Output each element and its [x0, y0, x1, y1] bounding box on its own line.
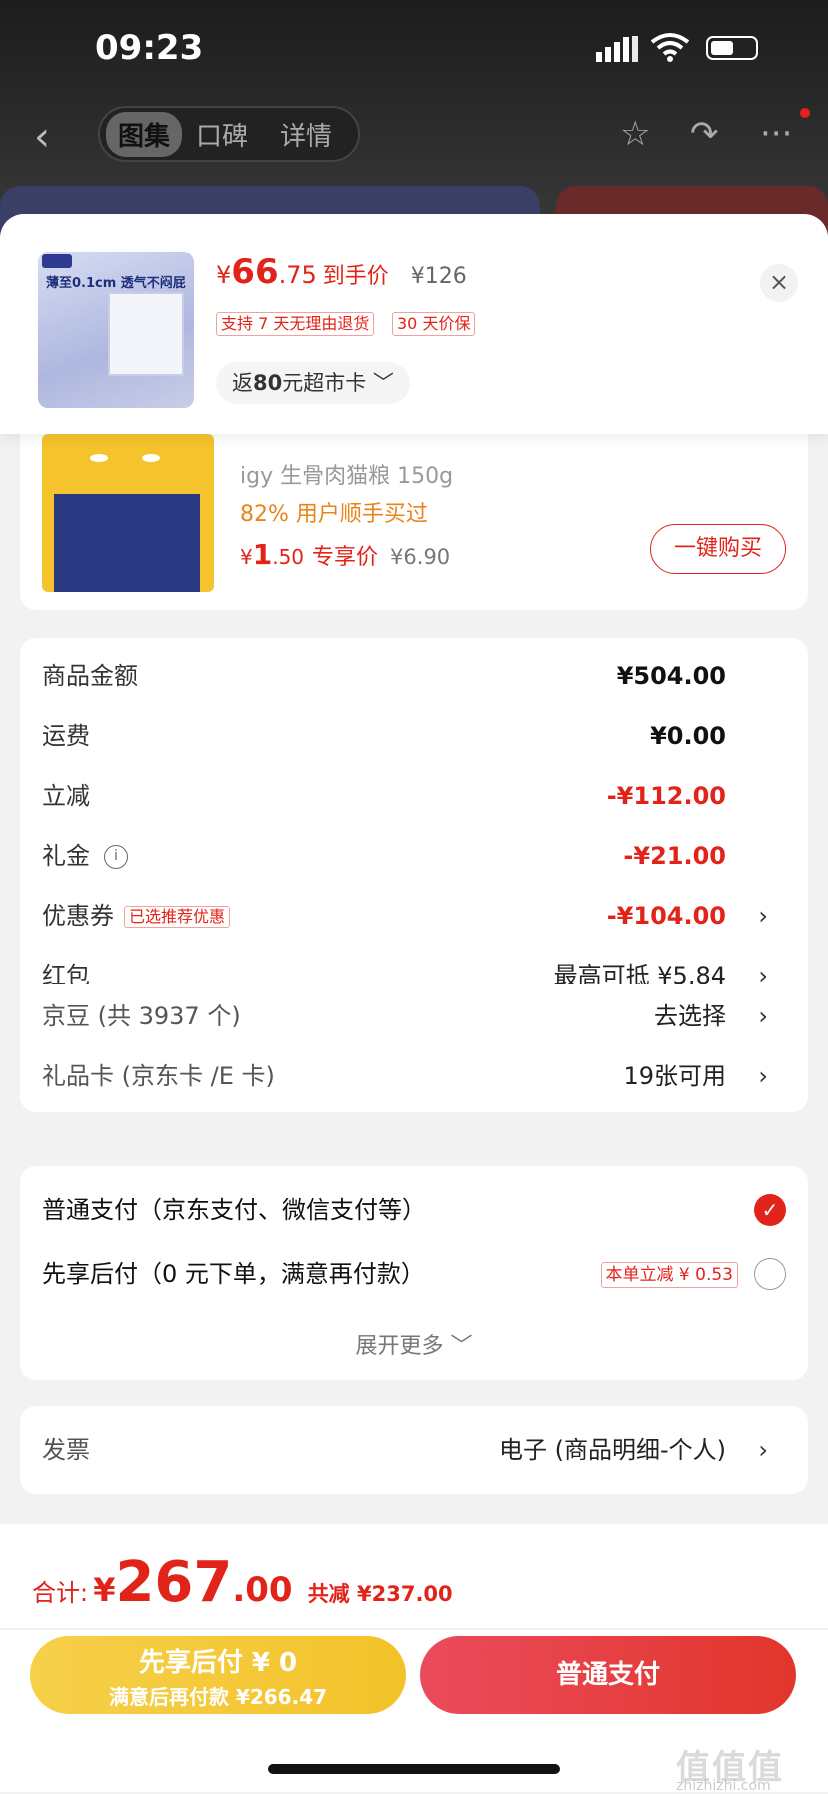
sheet-header: 薄至0.1cm 透气不闷屁 ¥66.75 到手价 ¥126 支持 7 天无理由退货 … [0, 214, 828, 434]
one-click-buy-button[interactable]: 一键购买 [650, 524, 786, 574]
payment-method-card: 普通支付（京东支付、微信支付等） ✓ 先享后付（0 元下单，满意再付款） 本单立… [20, 1166, 808, 1380]
pay-later-line2: 满意后再付款 ¥266.47 [108, 1685, 328, 1709]
footer-divider [0, 1628, 828, 1630]
status-time: 09:23 [95, 28, 204, 68]
gift-money-label: 礼金 [42, 842, 90, 870]
cat-food-package [54, 494, 200, 592]
payment-option-normal-label: 普通支付（京东支付、微信支付等） [42, 1196, 426, 1224]
product-thumbnail: 薄至0.1cm 透气不闷屁 [38, 252, 194, 408]
checked-icon[interactable]: ✓ [754, 1194, 786, 1226]
total-integer: 267 [115, 1550, 233, 1615]
header-price-row: ¥66.75 到手价 ¥126 [216, 252, 467, 292]
instant-discount-value: -¥112.00 [606, 782, 726, 810]
invoice-value: 电子 (商品明细-个人) [498, 1436, 726, 1464]
payment-option-normal[interactable]: 普通支付（京东支付、微信支付等） ✓ [42, 1188, 786, 1232]
shipping-value: ¥0.00 [650, 722, 726, 750]
header-original-price: ¥126 [410, 264, 467, 289]
tab-details[interactable]: 详情 [280, 116, 332, 153]
invoice-label: 发票 [42, 1436, 90, 1464]
payment-option-later[interactable]: 先享后付（0 元下单，满意再付款） 本单立减 ¥ 0.53 [42, 1252, 786, 1296]
total-amount: 合计: ¥267.00 共减 ¥237.00 [32, 1550, 453, 1615]
gift-money-row: 礼金 i -¥21.00 [42, 836, 786, 876]
chevron-down-icon: ﹀ [372, 371, 394, 395]
chevron-right-icon: › [758, 1436, 768, 1464]
radio-icon[interactable] [754, 1258, 786, 1290]
payment-option-later-label: 先享后付（0 元下单，满意再付款） [42, 1260, 425, 1288]
thumbnail-caption: 薄至0.1cm 透气不闷屁 [46, 276, 186, 291]
more-icon[interactable]: ··· [760, 114, 792, 154]
jingdou-value: 去选择 [654, 1002, 726, 1030]
gift-card-label: 礼品卡 (京东卡 /E 卡) [42, 1062, 275, 1090]
order-summary-card: 商品金额 ¥504.00 运费 ¥0.00 立减 -¥112.00 礼金 i -¥… [20, 638, 808, 1004]
coupon-value: -¥104.00 [606, 902, 726, 930]
header-price: ¥66.75 [216, 252, 317, 292]
expand-more-button[interactable]: 展开更多 ﹀ [20, 1328, 808, 1360]
total-decimal: .00 [232, 1570, 293, 1610]
notification-dot [800, 108, 810, 118]
order-save-tag: 本单立减 ¥ 0.53 [600, 1262, 738, 1288]
order-summary-card-lower: 京豆 (共 3937 个) 去选择 › 礼品卡 (京东卡 /E 卡) 19张可用… [20, 984, 808, 1112]
gift-card-row[interactable]: 礼品卡 (京东卡 /E 卡) 19张可用 › [42, 1056, 786, 1096]
home-indicator[interactable] [268, 1764, 560, 1774]
addon-product-bought: 82% 用户顺手买过 [240, 502, 428, 527]
diaper-pack-image [108, 292, 184, 376]
coupon-recommend-tag: 已选推荐优惠 [124, 906, 231, 928]
shipping-label: 运费 [42, 722, 90, 750]
price-protect-tag: 30 天价保 [392, 312, 476, 336]
pay-later-button[interactable]: 先享后付 ¥ 0 满意后再付款 ¥266.47 [30, 1636, 406, 1714]
signal-icon [596, 36, 638, 62]
battery-icon [706, 36, 758, 60]
total-saved: 共减 ¥237.00 [307, 1582, 453, 1606]
goods-amount-label: 商品金额 [42, 662, 138, 690]
addon-product-name: igy 生骨肉猫粮 150g [240, 464, 454, 489]
jingdou-row[interactable]: 京豆 (共 3937 个) 去选择 › [42, 996, 786, 1036]
shipping-row: 运费 ¥0.00 [42, 716, 786, 756]
gift-card-value: 19张可用 [623, 1062, 726, 1090]
info-icon[interactable]: i [104, 845, 128, 869]
cat-eye [142, 454, 160, 462]
back-icon[interactable]: ‹ [34, 114, 50, 160]
star-icon[interactable]: ☆ [620, 114, 650, 154]
cat-eye [90, 454, 108, 462]
chevron-right-icon: › [758, 1002, 768, 1030]
total-currency: ¥ [93, 1571, 116, 1609]
status-bar: 09:23 [0, 0, 828, 100]
brand-logo [42, 254, 72, 268]
nav-tabs: 图集 口碑 详情 [98, 106, 360, 162]
gift-money-value: -¥21.00 [623, 842, 726, 870]
invoice-row[interactable]: 发票 电子 (商品明细-个人) › [42, 1430, 786, 1470]
instant-discount-label: 立减 [42, 782, 90, 810]
chevron-right-icon: › [758, 902, 768, 930]
chevron-right-icon: › [758, 1062, 768, 1090]
supermarket-card-pill[interactable]: 返80元超市卡 ﹀ [216, 362, 410, 404]
share-icon[interactable]: ↷ [690, 114, 719, 154]
checkout-footer: 合计: ¥267.00 共减 ¥237.00 先享后付 ¥ 0 满意后再付款 ¥… [0, 1524, 828, 1794]
goods-amount-row: 商品金额 ¥504.00 [42, 656, 786, 696]
normal-pay-button[interactable]: 普通支付 [420, 1636, 796, 1714]
coupon-label: 优惠券 [42, 902, 114, 930]
header-price-label: 到手价 [322, 264, 389, 289]
addon-product-card: igy 生骨肉猫粮 150g 82% 用户顺手买过 ¥1.50 专享价 ¥6.90 … [20, 404, 808, 610]
return-policy-tag: 支持 7 天无理由退货 [216, 312, 375, 336]
goods-amount-value: ¥504.00 [616, 662, 726, 690]
pay-later-line1: 先享后付 ¥ 0 [138, 1648, 298, 1678]
coupon-row[interactable]: 优惠券 已选推荐优惠 -¥104.00 › [42, 896, 786, 936]
tab-reviews[interactable]: 口碑 [196, 116, 248, 153]
total-label: 合计: [32, 1579, 89, 1607]
cat-food-image [42, 434, 214, 592]
tab-gallery[interactable]: 图集 [106, 112, 183, 157]
close-button[interactable]: × [760, 264, 798, 302]
wifi-icon [650, 33, 690, 62]
instant-discount-row: 立减 -¥112.00 [42, 776, 786, 816]
top-nav: ‹ 图集 口碑 详情 ☆ ↷ ··· [0, 100, 828, 170]
invoice-card[interactable]: 发票 电子 (商品明细-个人) › [20, 1406, 808, 1494]
addon-product-price: ¥1.50 专享价 ¥6.90 [240, 538, 451, 571]
jingdou-label: 京豆 (共 3937 个) [42, 1002, 241, 1030]
